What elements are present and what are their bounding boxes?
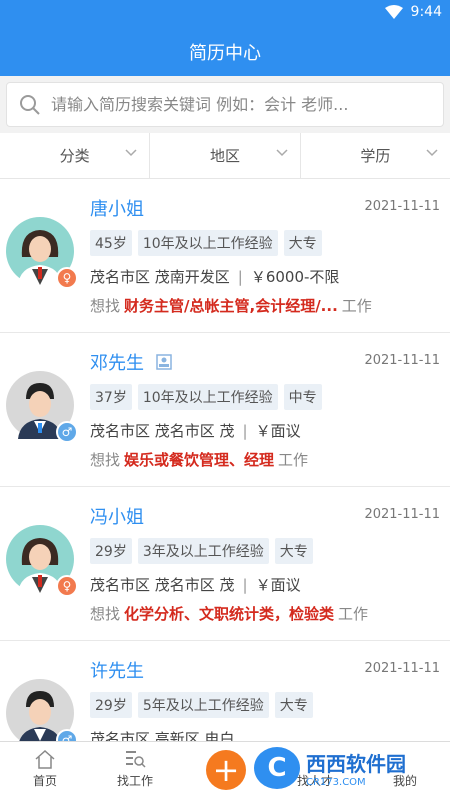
- filter-label: 分类: [59, 147, 90, 165]
- want-job: 娱乐或餐饮管理、经理: [124, 451, 275, 469]
- salary-text: ￥6000-不限: [250, 268, 340, 286]
- filter-label: 学历: [360, 147, 391, 165]
- resume-card[interactable]: ♀ 唐小姐 2021-11-11 45岁 10年及以上工作经验 大专 茂名市区 …: [0, 179, 450, 333]
- watermark-text-block: 西西软件园 CR173.COM: [306, 748, 406, 788]
- experience-tag: 10年及以上工作经验: [137, 230, 278, 256]
- salary-text: ￥面议: [255, 576, 301, 594]
- want-tail: 工作: [278, 451, 309, 469]
- resume-want: 想找 财务主管/总帐主管,会计经理/... 工作: [90, 295, 372, 316]
- wifi-icon: [384, 5, 403, 19]
- area-text: 茂名市区 高新区 电白: [90, 730, 235, 741]
- resume-tags: 45岁 10年及以上工作经验 大专: [90, 230, 322, 256]
- search-icon: [20, 94, 40, 115]
- education-tag: 大专: [274, 692, 313, 718]
- resume-name[interactable]: 许先生: [90, 657, 144, 683]
- age-tag: 29岁: [90, 538, 132, 564]
- resume-date: 2021-11-11: [364, 661, 440, 676]
- filter-bar: 分类 地区 学历: [0, 133, 450, 179]
- want-tail: 工作: [341, 297, 372, 315]
- photo-icon: [156, 354, 172, 370]
- avatar: ♂: [6, 679, 78, 741]
- watermark-logo: C: [254, 747, 300, 789]
- want-label: 想找: [90, 605, 121, 623]
- tab-home[interactable]: 首页: [10, 746, 80, 789]
- search-area: [0, 76, 450, 133]
- resume-card[interactable]: ♂ 邓先生 2021-11-11 37岁 10年及以上工作经验 中专 茂名市区 …: [0, 333, 450, 487]
- avatar: ♀: [6, 217, 78, 289]
- resume-location: 茂名市区 茂名市区 茂 | ￥面议: [90, 574, 380, 595]
- male-gender-badge: ♂: [56, 421, 78, 443]
- tab-find-job[interactable]: 找工作: [100, 746, 170, 789]
- resume-date: 2021-11-11: [364, 353, 440, 368]
- resume-name[interactable]: 冯小姐: [90, 503, 144, 529]
- resume-card[interactable]: ♂ 许先生 2021-11-11 29岁 5年及以上工作经验 大专 茂名市区 高…: [0, 641, 450, 741]
- watermark-sub: CR173.COM: [306, 777, 366, 788]
- salary-text: ￥面议: [255, 422, 301, 440]
- resume-location: 茂名市区 高新区 电白: [90, 728, 380, 741]
- resume-name[interactable]: 唐小姐: [90, 195, 144, 221]
- experience-tag: 10年及以上工作经验: [137, 384, 278, 410]
- female-gender-badge: ♀: [56, 267, 78, 289]
- want-job: 化学分析、文职统计类，检验类: [124, 605, 335, 623]
- education-tag: 大专: [274, 538, 313, 564]
- resume-date: 2021-11-11: [364, 199, 440, 214]
- add-button[interactable]: +: [206, 750, 246, 790]
- filter-region[interactable]: 地区: [150, 133, 301, 178]
- watermark-text: 西西软件园: [306, 752, 406, 776]
- filter-education[interactable]: 学历: [301, 133, 450, 178]
- want-job: 财务主管/总帐主管,会计经理/...: [124, 297, 338, 315]
- resume-name[interactable]: 邓先生: [90, 349, 172, 375]
- resume-location: 茂名市区 茂名市区 茂 | ￥面议: [90, 420, 380, 441]
- page-title: 简历中心: [189, 43, 261, 64]
- avatar: ♀: [6, 525, 78, 597]
- education-tag: 大专: [283, 230, 322, 256]
- watermark: C 西西软件园 CR173.COM: [254, 745, 444, 791]
- want-tail: 工作: [338, 605, 369, 623]
- experience-tag: 5年及以上工作经验: [137, 692, 269, 718]
- resume-location: 茂名市区 茂南开发区 | ￥6000-不限: [90, 266, 380, 287]
- home-icon: [35, 749, 55, 769]
- plus-icon: +: [212, 751, 240, 789]
- age-tag: 45岁: [90, 230, 132, 256]
- tab-label: 找工作: [116, 774, 153, 788]
- separator: |: [242, 422, 248, 440]
- resume-tags: 37岁 10年及以上工作经验 中专: [90, 384, 322, 410]
- chevron-down-icon: [426, 149, 438, 157]
- chevron-down-icon: [276, 149, 288, 157]
- search-box[interactable]: [6, 82, 444, 127]
- clock: 9:44: [410, 4, 442, 20]
- resume-tags: 29岁 5年及以上工作经验 大专: [90, 692, 313, 718]
- want-label: 想找: [90, 451, 121, 469]
- area-text: 茂名市区 茂名市区 茂: [90, 422, 235, 440]
- separator: |: [237, 268, 243, 286]
- resume-want: 想找 化学分析、文职统计类，检验类 工作: [90, 603, 368, 624]
- resume-list: ♀ 唐小姐 2021-11-11 45岁 10年及以上工作经验 大专 茂名市区 …: [0, 179, 450, 741]
- search-input[interactable]: [51, 95, 443, 114]
- education-tag: 中专: [283, 384, 322, 410]
- age-tag: 29岁: [90, 692, 132, 718]
- age-tag: 37岁: [90, 384, 132, 410]
- resume-want: 想找 娱乐或餐饮管理、经理 工作: [90, 449, 308, 470]
- filter-category[interactable]: 分类: [0, 133, 151, 178]
- experience-tag: 3年及以上工作经验: [137, 538, 269, 564]
- tab-label: 首页: [32, 774, 57, 788]
- resume-date: 2021-11-11: [364, 507, 440, 522]
- separator: |: [242, 576, 248, 594]
- avatar: ♂: [6, 371, 78, 443]
- area-text: 茂名市区 茂名市区 茂: [90, 576, 235, 594]
- status-bar: 9:44: [0, 0, 450, 28]
- job-search-icon: [126, 751, 146, 768]
- male-gender-badge: ♂: [56, 729, 78, 741]
- resume-card[interactable]: ♀ 冯小姐 2021-11-11 29岁 3年及以上工作经验 大专 茂名市区 茂…: [0, 487, 450, 641]
- resume-tags: 29岁 3年及以上工作经验 大专: [90, 538, 313, 564]
- app-header: 简历中心: [0, 28, 450, 76]
- female-gender-badge: ♀: [56, 575, 78, 597]
- chevron-down-icon: [125, 149, 137, 157]
- filter-label: 地区: [209, 147, 240, 165]
- want-label: 想找: [90, 297, 121, 315]
- area-text: 茂名市区 茂南开发区: [90, 268, 230, 286]
